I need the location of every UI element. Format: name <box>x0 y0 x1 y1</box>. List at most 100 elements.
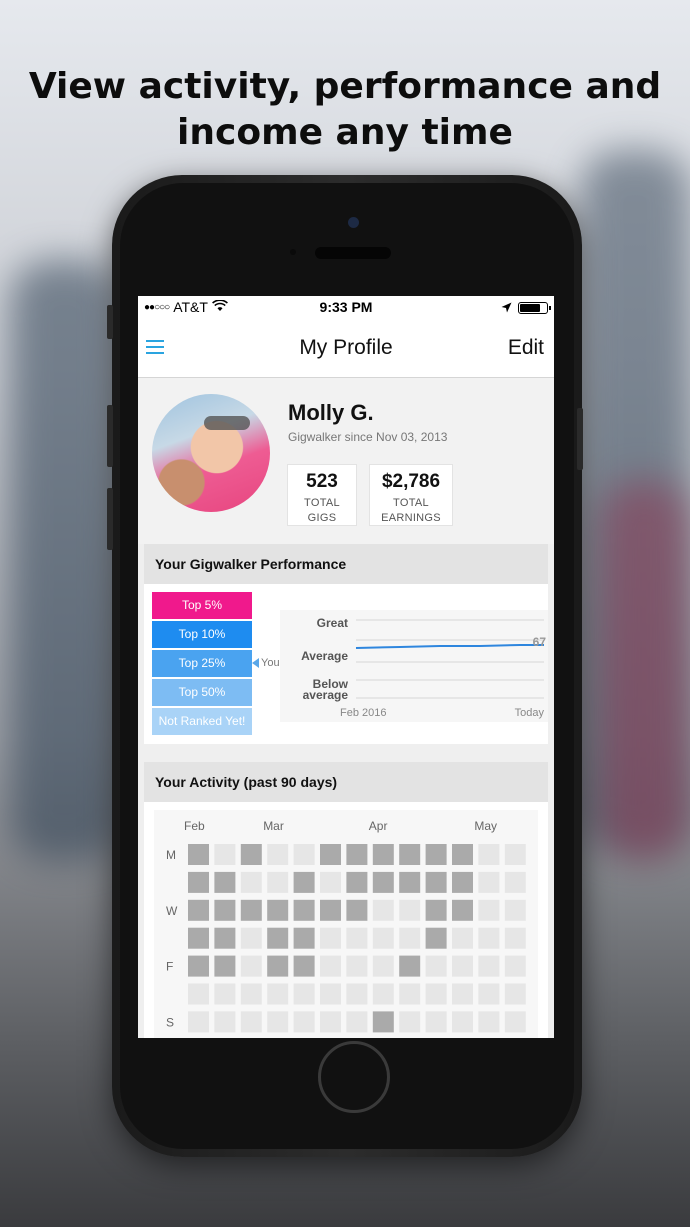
activity-cell <box>372 927 394 949</box>
month-label: May <box>474 819 497 833</box>
activity-cell <box>452 844 473 865</box>
power-button <box>577 408 583 470</box>
edit-button[interactable]: Edit <box>508 336 544 360</box>
activity-cell <box>425 927 447 949</box>
activity-cell <box>188 844 209 865</box>
activity-cell <box>504 844 526 865</box>
activity-cell <box>214 955 236 977</box>
performance-chart-svg: GreatAverageBelowaverage67Feb 2016 Today <box>301 616 547 719</box>
activity-cell <box>214 983 236 1005</box>
activity-cell <box>293 955 315 977</box>
score-label: 67 <box>533 635 547 649</box>
activity-cell <box>346 844 368 865</box>
earpiece-speaker <box>315 247 391 259</box>
activity-cell <box>293 983 315 1005</box>
activity-heatmap: Feb Mar Apr May M W F S <box>154 810 538 1038</box>
activity-cell <box>346 1011 368 1033</box>
chart-y-label: Average <box>301 649 348 663</box>
activity-cell <box>452 983 473 1005</box>
stat-label: TOTAL EARNINGS <box>381 497 441 524</box>
activity-cell <box>214 871 236 893</box>
you-marker: You! <box>252 657 283 669</box>
user-name: Molly G. <box>288 400 374 425</box>
activity-cell <box>188 955 209 977</box>
activity-cell <box>504 927 526 949</box>
activity-cell <box>188 983 209 1005</box>
activity-cell <box>504 871 526 893</box>
activity-cell <box>240 899 262 921</box>
activity-cell <box>504 955 526 977</box>
status-time: 9:33 PM <box>319 299 373 315</box>
month-label: Mar <box>263 819 284 833</box>
activity-cell <box>293 899 315 921</box>
activity-cell <box>372 955 394 977</box>
activity-cell <box>267 927 289 949</box>
stat-value: $2,786 <box>381 471 441 492</box>
activity-cell <box>267 1011 289 1033</box>
chart-y-label: Great <box>317 616 348 630</box>
page-title: My Profile <box>299 336 393 359</box>
phone-screen: ●●○○○ AT&T 9:33 PM My Profile Edit Molly… <box>138 296 554 1038</box>
rank-tier: Top 10% <box>152 621 252 648</box>
rank-tier: Top 25% <box>152 650 252 677</box>
activity-cell <box>240 1011 262 1033</box>
activity-cell <box>372 871 394 893</box>
headline-line-2: income any time <box>177 112 513 153</box>
activity-cell <box>320 1011 341 1033</box>
background-figure <box>600 480 690 860</box>
chart-x-end: Today <box>515 707 545 719</box>
activity-cell <box>372 983 394 1005</box>
day-label: W <box>166 904 178 918</box>
activity-cell <box>425 983 447 1005</box>
stat-label: TOTAL GIGS <box>304 497 340 524</box>
activity-heatmap-svg: Feb Mar Apr May M W F S <box>166 819 526 1033</box>
activity-cell <box>372 844 394 865</box>
volume-up-button <box>107 405 113 467</box>
activity-card: Feb Mar Apr May M W F S <box>144 802 548 1038</box>
mute-switch <box>107 305 113 339</box>
day-label: S <box>166 1015 174 1029</box>
activity-cell <box>346 983 368 1005</box>
stat-total-gigs: 523 TOTAL GIGS <box>287 464 357 526</box>
month-label: Apr <box>369 819 388 833</box>
battery-fill <box>520 304 540 312</box>
activity-cell <box>188 927 209 949</box>
day-label: M <box>166 848 176 862</box>
activity-cell <box>452 955 473 977</box>
activity-cell <box>293 927 315 949</box>
activity-cell <box>399 871 421 893</box>
activity-cell <box>320 983 341 1005</box>
activity-cell <box>346 899 368 921</box>
pointer-icon <box>252 658 259 668</box>
activity-cell <box>240 844 262 865</box>
activity-cell <box>188 1011 209 1033</box>
headline-line-1: View activity, performance and <box>28 66 662 107</box>
activity-cell <box>346 927 368 949</box>
chart-y-label: average <box>303 688 349 702</box>
performance-heading: Your Gigwalker Performance <box>144 544 548 584</box>
activity-cell <box>320 955 341 977</box>
activity-cell <box>293 844 315 865</box>
sunglasses-graphic <box>204 416 250 430</box>
activity-cell <box>267 844 289 865</box>
activity-cell <box>240 871 262 893</box>
avatar <box>152 394 270 512</box>
activity-cell <box>478 983 500 1005</box>
activity-cell <box>452 899 473 921</box>
activity-cell <box>478 871 500 893</box>
activity-cell <box>478 955 500 977</box>
activity-cell <box>267 871 289 893</box>
home-button[interactable] <box>318 1041 390 1113</box>
activity-cell <box>372 899 394 921</box>
front-camera <box>348 217 359 228</box>
activity-cell <box>504 1011 526 1033</box>
volume-down-button <box>107 488 113 550</box>
activity-cell <box>214 1011 236 1033</box>
activity-cell <box>399 955 421 977</box>
activity-cell <box>504 983 526 1005</box>
activity-cell <box>293 871 315 893</box>
performance-chart: Great Average Below average 67 Feb 2016 Today <box>280 610 548 722</box>
activity-cell <box>320 871 341 893</box>
activity-cell <box>214 899 236 921</box>
location-arrow-icon <box>501 300 512 316</box>
